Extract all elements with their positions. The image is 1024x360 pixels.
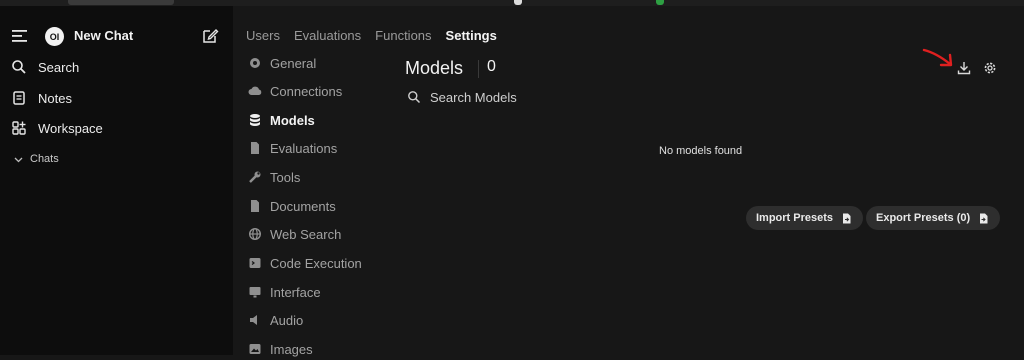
- database-icon: [250, 114, 260, 126]
- browser-icon: [514, 0, 522, 5]
- settings-nav-documents[interactable]: Documents: [248, 195, 336, 217]
- admin-tabs: Users Evaluations Functions Settings: [246, 28, 497, 43]
- settings-nav-code-execution[interactable]: Code Execution: [248, 252, 362, 274]
- gear-icon[interactable]: [982, 60, 998, 76]
- settings-nav-label: Images: [270, 341, 313, 357]
- export-presets-label: Export Presets (0): [876, 212, 971, 224]
- settings-nav-images[interactable]: Images: [248, 338, 313, 360]
- document-icon: [251, 200, 259, 212]
- annotation-arrow-icon: [922, 48, 953, 67]
- settings-nav-audio[interactable]: Audio: [248, 309, 303, 331]
- workspace-icon: [12, 121, 26, 135]
- browser-tab[interactable]: [68, 0, 174, 5]
- sidebar-item-label: Workspace: [38, 120, 103, 136]
- search-models-input[interactable]: [430, 88, 730, 106]
- title-divider: [478, 60, 479, 78]
- chats-section-toggle[interactable]: Chats: [0, 146, 233, 172]
- new-chat-label[interactable]: New Chat: [74, 28, 133, 43]
- search-icon: [408, 91, 421, 104]
- settings-nav-label: General: [270, 55, 317, 71]
- import-presets-label: Import Presets: [756, 212, 834, 224]
- settings-nav-label: Documents: [270, 198, 336, 214]
- menu-icon[interactable]: [12, 30, 27, 42]
- settings-nav-label: Connections: [270, 83, 343, 99]
- tab-users[interactable]: Users: [246, 28, 280, 43]
- notes-icon: [13, 91, 25, 105]
- empty-state-text: No models found: [659, 145, 743, 157]
- terminal-icon: [249, 258, 261, 268]
- settings-nav-models[interactable]: Models: [248, 109, 315, 131]
- settings-nav-label: Web Search: [270, 226, 342, 242]
- settings-nav-evaluations[interactable]: Evaluations: [248, 137, 337, 159]
- tab-settings[interactable]: Settings: [446, 28, 497, 43]
- speaker-icon: [250, 315, 257, 325]
- settings-nav-label: Code Execution: [270, 255, 362, 271]
- file-import-icon: [843, 213, 851, 223]
- settings-nav-web-search[interactable]: Web Search: [248, 223, 341, 245]
- new-chat-edit-icon[interactable]: [201, 27, 219, 45]
- settings-nav-label: Tools: [270, 169, 301, 185]
- app-logo[interactable]: OI: [45, 27, 64, 46]
- settings-nav-label: Evaluations: [270, 140, 338, 156]
- monitor-icon: [249, 287, 261, 298]
- browser-icon: [656, 0, 664, 5]
- file-export-icon: [980, 213, 988, 223]
- tab-evaluations[interactable]: Evaluations: [294, 28, 361, 43]
- document-icon: [251, 142, 259, 154]
- chats-section-label: Chats: [30, 153, 59, 165]
- sidebar-item-label: Search: [38, 59, 80, 75]
- sidebar-item-label: Notes: [38, 90, 72, 106]
- image-icon: [249, 344, 261, 354]
- cloud-icon: [248, 86, 262, 95]
- settings-nav-general[interactable]: General: [248, 52, 316, 74]
- export-presets-button[interactable]: Export Presets (0): [866, 206, 1000, 230]
- settings-nav-label: Models: [270, 112, 315, 128]
- settings-nav-label: Audio: [270, 312, 304, 328]
- wrench-icon: [249, 171, 261, 183]
- sidebar-item-workspace[interactable]: Workspace: [0, 115, 233, 141]
- download-icon[interactable]: [956, 60, 972, 76]
- tab-functions[interactable]: Functions: [375, 28, 431, 43]
- sidebar: OI New Chat Search Notes Workspace Chats: [0, 6, 233, 355]
- gear-icon: [250, 58, 260, 68]
- sidebar-item-search[interactable]: Search: [0, 54, 233, 80]
- sidebar-item-notes[interactable]: Notes: [0, 85, 233, 111]
- import-presets-button[interactable]: Import Presets: [746, 206, 863, 230]
- settings-nav-label: Interface: [270, 284, 321, 300]
- page-title: Models: [405, 58, 464, 78]
- settings-nav-connections[interactable]: Connections: [248, 80, 342, 102]
- models-count: 0: [487, 58, 496, 75]
- settings-nav-tools[interactable]: Tools: [248, 166, 300, 188]
- settings-nav-interface[interactable]: Interface: [248, 281, 321, 303]
- chevron-down-icon: [14, 157, 23, 162]
- globe-icon: [248, 227, 262, 241]
- search-icon: [12, 60, 26, 74]
